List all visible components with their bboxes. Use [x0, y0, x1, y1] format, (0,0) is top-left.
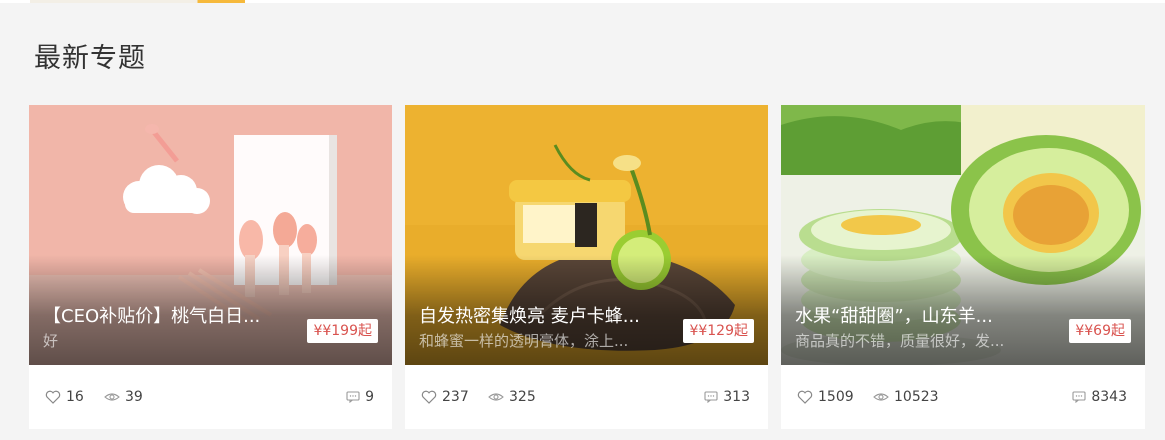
topic-card[interactable]: 水果“甜甜圈”，山东羊... 商品真的不错，质量很好，发... ¥¥69起 15…	[781, 105, 1145, 429]
view-stat: 39	[104, 365, 143, 429]
topic-card-title[interactable]: 水果“甜甜圈”，山东羊...	[795, 305, 1050, 329]
price-tag: ¥¥69起	[1069, 319, 1131, 343]
topic-card-list: 【CEO补贴价】桃气白日... 好 ¥¥199起 16 39 9 自发热密集焕亮…	[29, 105, 1145, 429]
comment-icon	[1072, 391, 1086, 403]
section-title: 最新专题	[34, 43, 146, 74]
like-button[interactable]: 237	[421, 365, 469, 429]
like-count: 16	[66, 389, 84, 405]
topic-card-stats: 16 39 9	[29, 365, 392, 429]
heart-icon	[421, 390, 437, 404]
comment-button[interactable]: 8343	[1072, 365, 1127, 429]
topic-card-stats: 237 325 313	[405, 365, 768, 429]
price-tag: ¥¥199起	[307, 319, 378, 343]
like-count: 1509	[818, 389, 854, 405]
eye-icon	[873, 393, 889, 401]
heart-icon	[797, 390, 813, 404]
comment-count: 9	[365, 389, 374, 405]
comment-count: 313	[723, 389, 750, 405]
topic-card-title[interactable]: 【CEO补贴价】桃气白日...	[43, 305, 298, 329]
view-stat: 325	[488, 365, 536, 429]
price-tag: ¥¥129起	[683, 319, 754, 343]
comment-button[interactable]: 313	[704, 365, 750, 429]
eye-icon	[488, 393, 504, 401]
comment-button[interactable]: 9	[346, 365, 374, 429]
topic-card-description: 和蜂蜜一样的透明膏体，涂上...	[419, 332, 629, 350]
topic-card-description: 商品真的不错，质量很好，发...	[795, 332, 1005, 350]
view-stat: 10523	[873, 365, 939, 429]
comment-count: 8343	[1091, 389, 1127, 405]
eye-icon	[104, 393, 120, 401]
comment-icon	[704, 391, 718, 403]
top-tab-indicator	[30, 0, 245, 3]
view-count: 39	[125, 389, 143, 405]
like-button[interactable]: 16	[45, 365, 84, 429]
topic-card-stats: 1509 10523 8343	[781, 365, 1145, 429]
heart-icon	[45, 390, 61, 404]
view-count: 325	[509, 389, 536, 405]
like-button[interactable]: 1509	[797, 365, 854, 429]
comment-icon	[346, 391, 360, 403]
like-count: 237	[442, 389, 469, 405]
view-count: 10523	[894, 389, 939, 405]
topic-card[interactable]: 【CEO补贴价】桃气白日... 好 ¥¥199起 16 39 9	[29, 105, 392, 429]
topic-card-description: 好	[43, 332, 59, 350]
topic-card[interactable]: 自发热密集焕亮 麦卢卡蜂... 和蜂蜜一样的透明膏体，涂上... ¥¥129起 …	[405, 105, 768, 429]
topic-card-title[interactable]: 自发热密集焕亮 麦卢卡蜂...	[419, 305, 674, 329]
